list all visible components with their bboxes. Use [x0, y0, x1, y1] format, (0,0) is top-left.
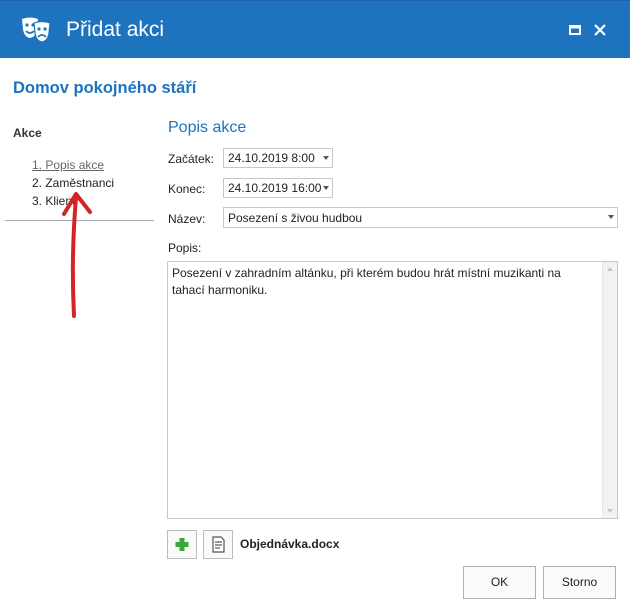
- start-datetime-field[interactable]: 24.10.2019 8:00: [223, 148, 333, 168]
- nav-heading: Akce: [13, 126, 42, 140]
- red-arrow-annotation: [62, 192, 92, 318]
- organization-name: Domov pokojného stáří: [13, 79, 197, 97]
- description-scrollbar[interactable]: [602, 262, 617, 518]
- maximize-icon[interactable]: [565, 20, 585, 40]
- dropdown-arrow-icon: [323, 156, 329, 160]
- add-attachment-button[interactable]: [167, 530, 197, 559]
- name-label: Název:: [168, 212, 206, 226]
- section-title: Popis akce: [168, 119, 247, 136]
- theater-masks-icon: [22, 17, 51, 43]
- end-label: Konec:: [168, 182, 206, 196]
- step-description[interactable]: 1. Popis akce: [32, 156, 114, 174]
- scroll-down-icon[interactable]: [607, 509, 613, 513]
- dropdown-arrow-icon: [323, 186, 329, 190]
- scroll-up-icon[interactable]: [607, 267, 613, 271]
- end-datetime-value: 24.10.2019 16:00: [228, 181, 322, 195]
- dropdown-arrow-icon: [608, 215, 614, 219]
- document-icon: [212, 536, 225, 553]
- end-datetime-field[interactable]: 24.10.2019 16:00: [223, 178, 333, 198]
- description-text: Posezení v zahradním altánku, při kterém…: [172, 266, 561, 297]
- event-name-value: Posezení s živou hudbou: [228, 211, 363, 225]
- cancel-button[interactable]: Storno: [543, 566, 616, 599]
- description-label: Popis:: [168, 241, 202, 255]
- window-title: Přidat akci: [66, 18, 165, 41]
- close-icon[interactable]: [590, 20, 610, 40]
- start-datetime-value: 24.10.2019 8:00: [228, 151, 315, 165]
- start-label: Začátek:: [168, 152, 215, 166]
- title-bar: Přidat akci: [0, 0, 630, 58]
- ok-button[interactable]: OK: [463, 566, 536, 599]
- attachment-file-name[interactable]: Objednávka.docx: [240, 537, 339, 551]
- open-document-button[interactable]: [203, 530, 233, 559]
- event-name-select[interactable]: Posezení s živou hudbou: [223, 207, 618, 228]
- description-textarea[interactable]: Posezení v zahradním altánku, při kterém…: [167, 261, 618, 519]
- plus-icon: [175, 538, 189, 551]
